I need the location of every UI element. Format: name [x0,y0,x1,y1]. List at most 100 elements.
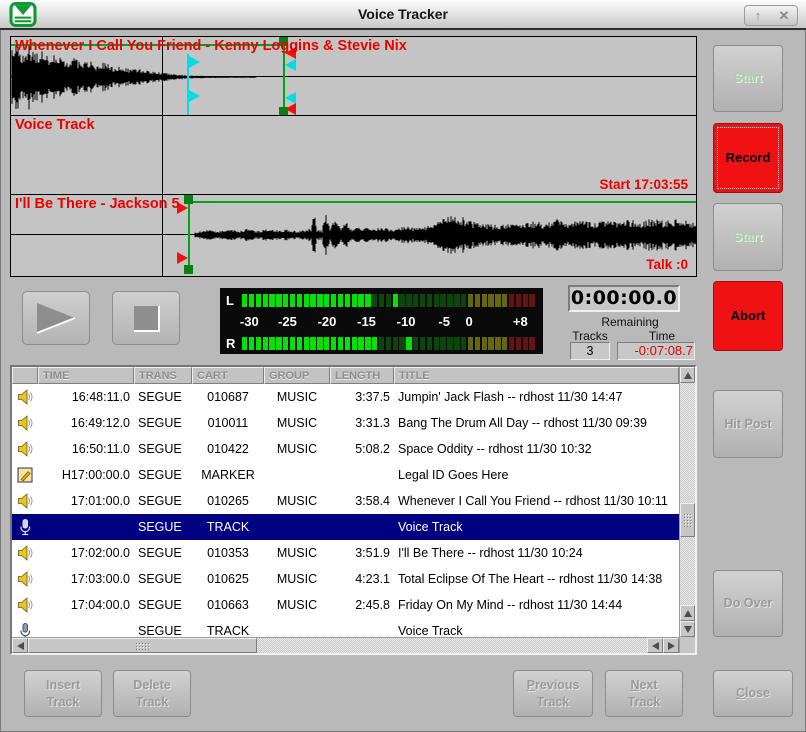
meter-segment [523,294,528,307]
log-cell: 16:49:12.0 [38,410,134,436]
vertical-scroll-track[interactable] [680,383,695,605]
track-pane-1[interactable]: Whenever I Call You Friend - Kenny Loggi… [11,37,696,116]
vertical-scrollbar[interactable] [679,367,695,653]
log-header-cart[interactable]: CART [192,367,264,384]
log-cell [38,514,134,540]
log-row[interactable]: 17:01:00.0SEGUE010265MUSIC3:58.4Whenever… [12,488,679,514]
play-button[interactable] [22,291,90,345]
abort-button[interactable]: Abort [713,281,783,351]
meter-segment [434,294,439,307]
log-header-icon[interactable] [12,367,38,384]
scroll-right-button[interactable] [663,638,679,653]
vertical-scroll-thumb[interactable] [680,503,695,537]
record-button[interactable]: Record [713,123,783,193]
remaining-time-value: -0:07:08.7 [617,342,695,360]
horizontal-scroll-track[interactable] [28,638,647,653]
scroll-left-button-2[interactable] [647,638,663,653]
track3-start-marker-bottom[interactable] [177,252,188,264]
track1-fade-marker-top[interactable] [189,56,200,68]
play-icon [33,301,79,335]
log-cell [264,618,330,637]
horizontal-scrollbar[interactable] [12,637,679,653]
track1-end-handle-bottom[interactable] [279,107,288,116]
speaker-icon [12,540,38,566]
meter-segment [393,294,398,307]
meter-segment [297,294,302,307]
meter-segment [468,294,473,307]
log-header-row[interactable]: TIMETRANSCARTGROUPLENGTHTITLE [12,367,679,384]
log-row[interactable]: 16:49:12.0SEGUE010011MUSIC3:31.3Bang The… [12,410,679,436]
track3-start-handle-bottom[interactable] [184,265,193,274]
voice-tracker-window: Voice Tracker ↑ ✕ Whenever I Call You Fr… [0,0,806,732]
stop-button[interactable] [112,291,180,345]
track1-fadeout-marker-top[interactable] [285,59,296,71]
meter-segment [516,294,521,307]
meter-segment [324,294,329,307]
meter-segment [529,294,534,307]
track3-start-cursor[interactable] [188,195,190,274]
log-row[interactable]: SEGUETRACKVoice Track [12,514,679,540]
waveform-panel[interactable]: Whenever I Call You Friend - Kenny Loggi… [10,36,697,277]
log-cell: Bang The Drum All Day -- rdhost 11/30 09… [394,410,679,436]
log-header-time[interactable]: TIME [38,367,134,384]
track3-level-line[interactable] [188,201,696,203]
meter-segment [502,337,507,350]
meter-segment [256,294,261,307]
log-header-title[interactable]: TITLE [394,367,679,384]
log-row[interactable]: 17:03:00.0SEGUE010625MUSIC4:23.1Total Ec… [12,566,679,592]
log-row[interactable]: SEGUETRACKVoice Track [12,618,679,637]
do-over-button[interactable]: Do Over [713,570,783,637]
meter-segment [475,337,480,350]
titlebar[interactable]: Voice Tracker ↑ ✕ [0,0,806,30]
log-cell: SEGUE [134,488,192,514]
meter-segment [386,294,391,307]
log-row[interactable]: H17:00:00.0SEGUEMARKERLegal ID Goes Here [12,462,679,488]
meter-segment [365,337,370,350]
meter-segment [440,294,445,307]
next-track-button[interactable]: Next Track [605,670,683,717]
meter-segment [352,337,357,350]
start-track3-button[interactable]: Start [713,203,783,271]
log-row[interactable]: 17:04:00.0SEGUE010663MUSIC2:45.8Friday O… [12,592,679,618]
track1-title: Whenever I Call You Friend - Kenny Loggi… [15,38,407,54]
track-pane-3[interactable]: I'll Be There - Jackson 5 Talk :0 [11,195,696,274]
button-label: Insert Track [35,677,91,710]
scroll-up-button-2[interactable] [680,605,695,621]
close-window-button[interactable]: ✕ [771,6,797,25]
insert-track-button[interactable]: Insert Track [24,670,102,717]
track3-start-handle-top[interactable] [184,195,193,204]
log-row[interactable]: 17:02:00.0SEGUE010353MUSIC3:51.9I'll Be … [12,540,679,566]
start-track1-button[interactable]: Start [713,45,783,112]
close-button[interactable]: Close [713,670,793,717]
shade-window-button[interactable]: ↑ [745,6,771,25]
log-cell [330,462,394,488]
hit-post-button[interactable]: Hit Post [713,390,783,458]
log-row[interactable]: 16:50:11.0SEGUE010422MUSIC5:08.2Space Od… [12,436,679,462]
log-header-trans[interactable]: TRANS [134,367,192,384]
meter-segment [393,337,398,350]
log-cell: SEGUE [134,514,192,540]
track1-fade-marker-bottom[interactable] [189,90,200,102]
log-cell: 17:03:00.0 [38,566,134,592]
button-label: Next Track [616,677,672,710]
scroll-down-button[interactable] [680,621,695,637]
log-cell: MUSIC [264,592,330,618]
track-pane-2[interactable]: Voice Track Start 17:03:55 [11,116,696,195]
delete-track-button[interactable]: Delete Track [113,670,191,717]
log-row[interactable]: 16:48:11.0SEGUE010687MUSIC3:37.5Jumpin' … [12,384,679,410]
track2-title: Voice Track [15,117,95,133]
speaker-icon [12,384,38,410]
log-header-group[interactable]: GROUP [264,367,330,384]
meter-scale-label: -5 [438,314,450,329]
track2-start-time: Start 17:03:55 [599,177,688,192]
scroll-left-button[interactable] [12,638,28,653]
scroll-up-button[interactable] [680,367,695,383]
elapsed-time-display: 0:00:00.0 [568,285,680,312]
meter-segment [290,294,295,307]
previous-track-button[interactable]: Previous Track [513,670,593,717]
meter-segment [379,294,384,307]
log-header-length[interactable]: LENGTH [330,367,394,384]
horizontal-scroll-thumb[interactable] [28,638,257,653]
meter-segment [482,294,487,307]
meter-segment [338,337,343,350]
